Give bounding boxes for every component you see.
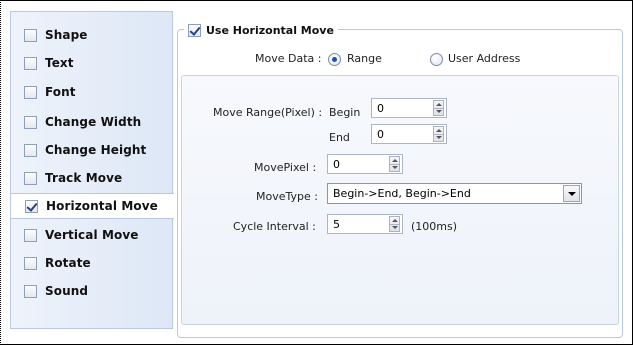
text-checkbox[interactable]: [24, 56, 37, 70]
vertical-move-checkbox[interactable]: [24, 228, 37, 242]
spin-arrows-icon[interactable]: [389, 216, 400, 232]
sidebar-item-label: Text: [45, 56, 74, 70]
sound-checkbox[interactable]: [24, 284, 37, 298]
cycle-interval-label: Cycle Interval :: [233, 220, 316, 233]
cycle-interval-spinbox[interactable]: 5: [327, 214, 403, 234]
cycle-interval-value[interactable]: 5: [328, 218, 389, 231]
sidebar-item-text[interactable]: Text: [11, 50, 174, 76]
sidebar-item-vertical-move[interactable]: Vertical Move: [11, 222, 174, 248]
change-height-checkbox[interactable]: [24, 143, 37, 157]
rotate-checkbox[interactable]: [24, 256, 37, 270]
sidebar-item-font[interactable]: Font: [11, 79, 174, 105]
user-address-radio[interactable]: [430, 53, 443, 66]
group-header[interactable]: Use Horizontal Move: [184, 22, 338, 38]
sidebar-item-rotate[interactable]: Rotate: [11, 250, 174, 276]
sidebar-item-label: Horizontal Move: [46, 199, 158, 213]
sidebar-item-label: Change Width: [45, 115, 142, 129]
move-data-label: Move Data :: [255, 52, 322, 65]
cycle-interval-unit: (100ms): [411, 220, 458, 233]
sidebar-item-label: Track Move: [45, 171, 123, 185]
range-radio[interactable]: [328, 53, 341, 66]
end-label: End: [329, 131, 350, 144]
group-title: Use Horizontal Move: [206, 23, 334, 37]
move-pixel-value[interactable]: 0: [328, 158, 389, 171]
frame-border-top: [0, 0, 633, 1]
font-checkbox[interactable]: [24, 85, 37, 99]
move-pixel-spinbox[interactable]: 0: [327, 154, 403, 174]
move-type-dropdown[interactable]: Begin->End, Begin->End: [327, 183, 582, 204]
use-horizontal-move-checkbox[interactable]: [188, 23, 201, 37]
change-width-checkbox[interactable]: [24, 115, 37, 129]
shape-checkbox[interactable]: [24, 28, 37, 42]
frame-border-left: [0, 0, 1, 345]
sidebar-item-change-height[interactable]: Change Height: [11, 137, 174, 163]
move-type-value[interactable]: Begin->End, Begin->End: [328, 187, 563, 200]
sidebar-item-label: Sound: [45, 284, 89, 298]
move-pixel-label: MovePixel :: [254, 161, 317, 174]
end-spinbox[interactable]: 0: [371, 124, 447, 144]
begin-value[interactable]: 0: [372, 102, 433, 115]
sidebar-item-label: Rotate: [45, 256, 91, 270]
sidebar-item-label: Shape: [45, 28, 88, 42]
spin-arrows-icon[interactable]: [389, 156, 400, 172]
move-range-label: Move Range(Pixel) :: [213, 106, 323, 119]
sidebar-item-label: Font: [45, 85, 76, 99]
sidebar-item-label: Vertical Move: [45, 228, 139, 242]
track-move-checkbox[interactable]: [24, 171, 37, 185]
sidebar-item-change-width[interactable]: Change Width: [11, 109, 174, 135]
chevron-down-icon[interactable]: [563, 185, 580, 202]
spin-arrows-icon[interactable]: [433, 100, 444, 116]
range-radio-label[interactable]: Range: [347, 52, 382, 65]
end-value[interactable]: 0: [372, 128, 433, 141]
move-type-label: MoveType :: [256, 190, 318, 203]
sidebar-item-track-move[interactable]: Track Move: [11, 165, 174, 191]
begin-label: Begin: [329, 106, 361, 119]
sidebar-item-label: Change Height: [45, 143, 147, 157]
user-address-radio-label[interactable]: User Address: [448, 52, 520, 65]
property-sidebar: Shape Text Font Change Width Change Heig…: [10, 11, 174, 329]
begin-spinbox[interactable]: 0: [371, 98, 447, 118]
horizontal-move-checkbox[interactable]: [25, 199, 38, 213]
sidebar-item-shape[interactable]: Shape: [11, 22, 174, 48]
sidebar-item-sound[interactable]: Sound: [11, 278, 174, 304]
sidebar-item-horizontal-move[interactable]: Horizontal Move: [10, 193, 174, 219]
spin-arrows-icon[interactable]: [433, 126, 444, 142]
